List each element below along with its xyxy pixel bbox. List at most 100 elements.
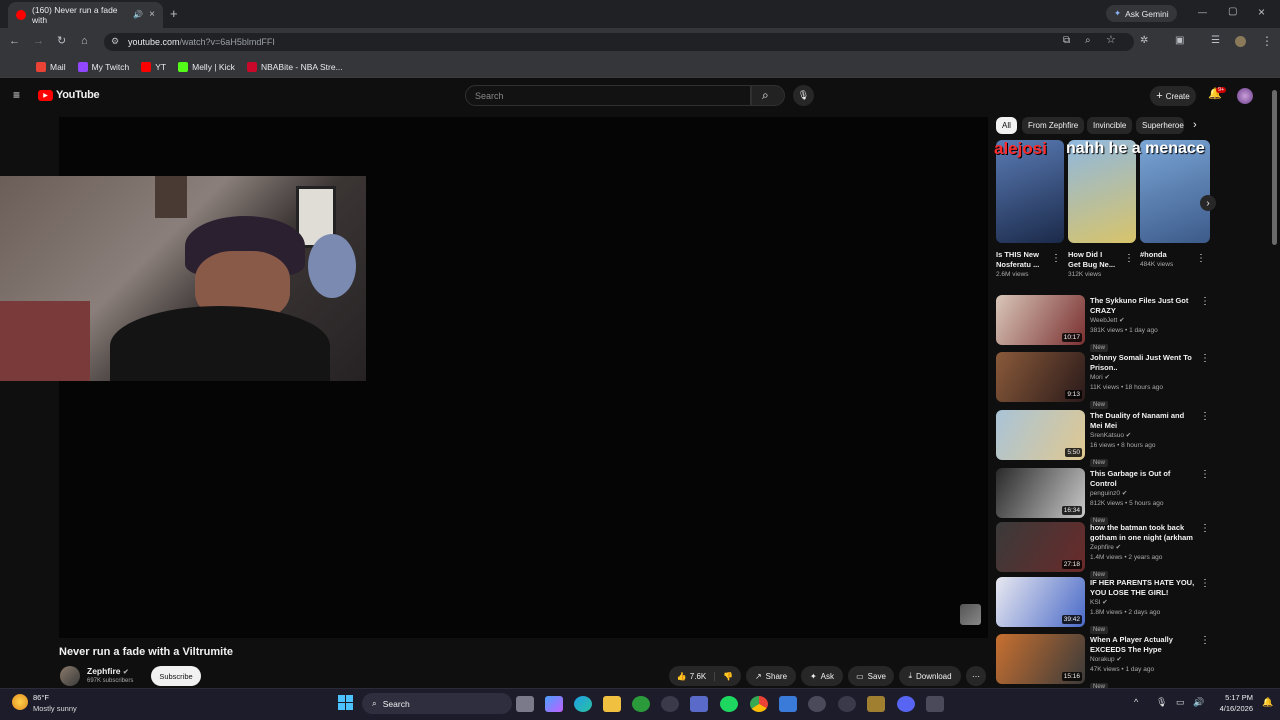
home-icon[interactable]: ⌂ bbox=[81, 36, 88, 47]
youtube-logo[interactable]: ▶ YouTube bbox=[38, 89, 100, 101]
short-1-more-icon[interactable]: ⋮ bbox=[1051, 254, 1061, 264]
ask-gemini-button[interactable]: ✦ Ask Gemini bbox=[1106, 5, 1177, 22]
bookmark-kick[interactable]: Melly | Kick bbox=[178, 61, 235, 72]
short-2-more-icon[interactable]: ⋮ bbox=[1124, 254, 1134, 264]
network-icon[interactable]: ▭ bbox=[1176, 698, 1185, 707]
account-avatar[interactable] bbox=[1237, 88, 1253, 104]
browser-tab[interactable]: (160) Never run a fade with 🔊 × bbox=[8, 2, 163, 28]
save-button[interactable]: ▭ Save bbox=[848, 666, 894, 686]
chip-all[interactable]: All bbox=[996, 117, 1017, 134]
tab-search-icon[interactable]: ☰ bbox=[1211, 36, 1220, 46]
settings-gear-icon[interactable] bbox=[926, 696, 944, 712]
dislike-button[interactable]: 👎 bbox=[719, 672, 733, 681]
rec-more-icon[interactable]: ⋮ bbox=[1200, 354, 1210, 364]
rec-thumbnail[interactable]: 27:18 bbox=[996, 522, 1085, 572]
short-info-3[interactable]: #honda 484K views bbox=[1140, 250, 1194, 270]
tab-close-icon[interactable]: × bbox=[149, 10, 155, 20]
browser-menu-icon[interactable]: ⋮ bbox=[1261, 35, 1273, 47]
search-input[interactable]: Search bbox=[465, 85, 751, 106]
minimize-icon[interactable]: — bbox=[1198, 8, 1207, 17]
store-icon[interactable] bbox=[690, 696, 708, 712]
rec-info[interactable]: This Garbage is Out of Control penguinz0 … bbox=[1090, 469, 1195, 527]
short-3-more-icon[interactable]: ⋮ bbox=[1196, 254, 1206, 264]
chip-superheroe[interactable]: Superheroe bbox=[1136, 117, 1184, 134]
forward-icon[interactable]: → bbox=[33, 36, 44, 47]
windows-start-icon[interactable] bbox=[338, 695, 353, 710]
short-info-2[interactable]: How Did I Get Bug Ne... 312K views bbox=[1068, 250, 1122, 280]
extensions-icon[interactable]: ✲ bbox=[1140, 36, 1148, 46]
rec-more-icon[interactable]: ⋮ bbox=[1200, 470, 1210, 480]
page-scrollbar-thumb[interactable] bbox=[1272, 90, 1277, 245]
clock-time[interactable]: 5:17 PM bbox=[1213, 693, 1253, 702]
cast-icon[interactable]: ⧉ bbox=[1063, 36, 1070, 46]
edge-icon[interactable] bbox=[574, 696, 592, 712]
sidepanel-icon[interactable]: ▣ bbox=[1175, 36, 1184, 46]
chrome-icon[interactable] bbox=[750, 696, 768, 712]
rec-thumbnail[interactable]: 5:50 bbox=[996, 410, 1085, 460]
rec-info[interactable]: When A Player Actually EXCEEDS The Hype N… bbox=[1090, 635, 1195, 693]
hamburger-menu-icon[interactable]: ≡ bbox=[13, 89, 20, 101]
download-button[interactable]: ⤓ Download bbox=[899, 666, 961, 686]
weather-temperature[interactable]: 86°F bbox=[33, 693, 49, 702]
window-close-icon[interactable]: × bbox=[1258, 6, 1265, 18]
zoom-icon[interactable]: ⌕ bbox=[1085, 36, 1091, 46]
bookmark-nbabite[interactable]: NBABite - NBA Stre... bbox=[246, 61, 343, 72]
chip-invincible[interactable]: Invincible bbox=[1087, 117, 1133, 134]
bookmark-twitch[interactable]: My Twitch bbox=[77, 61, 129, 72]
github-icon[interactable] bbox=[661, 696, 679, 712]
reload-icon[interactable]: ↻ bbox=[57, 36, 66, 47]
rec-thumbnail[interactable]: 10:17 bbox=[996, 295, 1085, 345]
search-button[interactable]: ⌕ bbox=[751, 85, 785, 106]
create-button[interactable]: + Create bbox=[1150, 86, 1196, 106]
rec-info[interactable]: The Duality of Nanami and Mei Mei SrenKat… bbox=[1090, 411, 1195, 469]
rec-more-icon[interactable]: ⋮ bbox=[1200, 297, 1210, 307]
photos-icon[interactable] bbox=[779, 696, 797, 712]
copilot-icon[interactable] bbox=[545, 696, 563, 712]
maximize-icon[interactable]: ▢ bbox=[1228, 7, 1237, 17]
like-button[interactable]: 👍 7.6K bbox=[677, 671, 716, 681]
rec-info[interactable]: The Sykkuno Files Just Got CRAZY WeebJett… bbox=[1090, 296, 1195, 354]
taskbar-search-box[interactable]: ⌕ Search bbox=[362, 693, 512, 714]
ask-button[interactable]: ✦ Ask bbox=[801, 666, 843, 686]
rec-thumbnail[interactable]: 16:34 bbox=[996, 468, 1085, 518]
shorts-next-chevron-icon[interactable]: › bbox=[1200, 195, 1216, 211]
rec-thumbnail[interactable]: 15:16 bbox=[996, 634, 1085, 684]
bookmark-star-icon[interactable]: ☆ bbox=[1106, 35, 1116, 46]
media-player-icon[interactable] bbox=[808, 696, 826, 712]
channel-watermark[interactable] bbox=[960, 604, 981, 625]
channel-avatar[interactable] bbox=[60, 666, 80, 686]
app-icon[interactable] bbox=[838, 696, 856, 712]
bookmark-yt[interactable]: YT bbox=[141, 61, 166, 72]
voice-search-button[interactable]: 🎙 bbox=[793, 85, 814, 106]
short-info-1[interactable]: Is THIS New Nosferatu ... 2.6M views bbox=[996, 250, 1050, 280]
share-button[interactable]: ↗ Share bbox=[746, 666, 796, 686]
volume-icon[interactable]: 🔊 bbox=[1193, 698, 1204, 707]
rec-more-icon[interactable]: ⋮ bbox=[1200, 636, 1210, 646]
spotify-icon[interactable] bbox=[720, 696, 738, 712]
tray-mic-icon[interactable]: 🎙 bbox=[1156, 698, 1167, 707]
new-tab-button[interactable]: + bbox=[170, 7, 178, 20]
speaker-icon[interactable]: 🔊 bbox=[133, 11, 143, 19]
subscribe-button[interactable]: Subscribe bbox=[151, 666, 201, 686]
chip-from-zephfire[interactable]: From Zephfire bbox=[1022, 117, 1085, 134]
channel-name[interactable]: Zephfire ✔ bbox=[87, 666, 129, 676]
address-bar[interactable]: ⚙ youtube.com/watch?v=6aH5blmdFFI bbox=[104, 33, 1134, 51]
rec-more-icon[interactable]: ⋮ bbox=[1200, 579, 1210, 589]
xbox-icon[interactable] bbox=[632, 696, 650, 712]
rec-more-icon[interactable]: ⋮ bbox=[1200, 524, 1210, 534]
task-view-icon[interactable] bbox=[516, 696, 534, 712]
weather-sun-icon[interactable] bbox=[12, 694, 28, 710]
bookmark-mail[interactable]: Mail bbox=[36, 61, 66, 72]
site-info-icon[interactable]: ⚙ bbox=[111, 37, 119, 46]
discord-icon[interactable] bbox=[897, 696, 915, 712]
tray-chevron-icon[interactable]: ^ bbox=[1134, 698, 1138, 707]
game-icon[interactable] bbox=[867, 696, 885, 712]
rec-thumbnail[interactable]: 39:42 bbox=[996, 577, 1085, 627]
file-explorer-icon[interactable] bbox=[603, 696, 621, 712]
rec-info[interactable]: Johnny Somali Just Went To Prison.. Mori … bbox=[1090, 353, 1195, 411]
more-actions-button[interactable]: ⋯ bbox=[966, 666, 986, 686]
rec-thumbnail[interactable]: 9:13 bbox=[996, 352, 1085, 402]
notification-center-icon[interactable]: 🔔 bbox=[1262, 698, 1273, 707]
profile-avatar-icon[interactable] bbox=[1235, 36, 1246, 47]
rec-info[interactable]: how the batman took back gotham in one n… bbox=[1090, 523, 1195, 581]
